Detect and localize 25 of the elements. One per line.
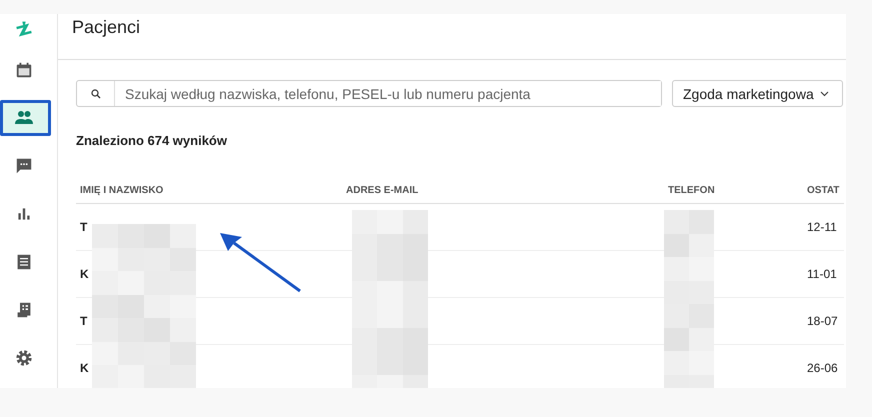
page-title: Pacjenci: [72, 17, 140, 38]
calendar-icon: [14, 61, 32, 79]
patient-name: K: [80, 267, 89, 281]
table-cell: 26-06: [807, 361, 838, 375]
table-cell: 12-11: [807, 220, 837, 234]
table-cell: 11-01: [807, 267, 837, 281]
list-icon: [16, 253, 32, 271]
patient-name: T: [80, 220, 88, 234]
search-field[interactable]: Szukaj według nazwiska, telefonu, PESEL-u lub numeru pacjenta: [76, 80, 662, 107]
table-cell: 18-07: [807, 314, 838, 328]
column-header: TELEFON: [664, 185, 803, 204]
column-header: IMIĘ I NAZWISKO: [76, 185, 342, 204]
filter-dropdown[interactable]: Zgoda marketingowa: [672, 80, 843, 107]
search-icon: [90, 88, 100, 98]
chat-icon: [14, 157, 32, 175]
column-header: ADRES E-MAIL: [342, 185, 664, 204]
chevron-down-icon: [820, 90, 829, 96]
sidebar-item[interactable]: [0, 100, 51, 136]
patient-name: K: [80, 361, 89, 375]
settings-icon: [14, 349, 32, 367]
bar-chart-icon: [16, 206, 32, 222]
results-count: Znaleziono 674 wyników: [76, 133, 228, 148]
document-icon: [16, 301, 32, 319]
column-header: OSTAT: [803, 185, 844, 204]
patient-name: T: [80, 314, 88, 328]
